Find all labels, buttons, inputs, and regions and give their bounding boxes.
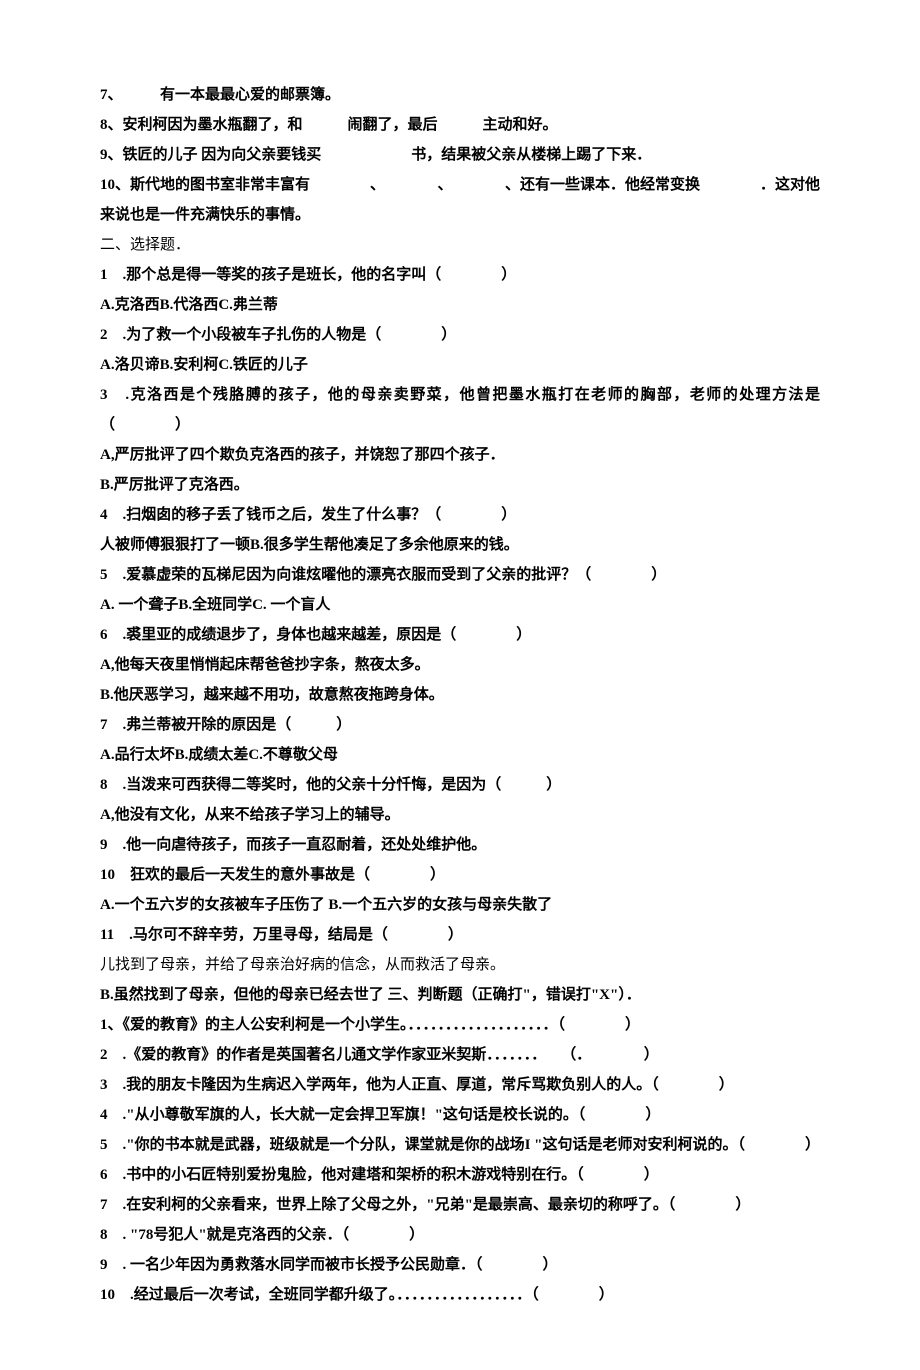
mc-q5: 5 .爱慕虚荣的瓦梯尼因为向谁炫曜他的漂亮衣服而受到了父亲的批评？（ ） <box>100 560 820 590</box>
mc-q7: 7 .弗兰蒂被开除的原因是（ ） <box>100 710 820 740</box>
fill-q9: 9、铁匠的儿子 因为向父亲要钱买 书，结果被父亲从楼梯上踢了下来． <box>100 140 820 170</box>
fill-q7: 7、 有一本最最心爱的邮票簿。 <box>100 80 820 110</box>
mc-q6-optA: A,他每天夜里悄悄起床帮爸爸抄字条，熬夜太多。 <box>100 650 820 680</box>
mc-q6-optB: B.他厌恶学习，越来越不用功，故意熬夜拖跨身体。 <box>100 680 820 710</box>
judge-q8: 8 . "78号犯人"就是克洛西的父亲．（ ） <box>100 1220 820 1250</box>
mc-q1-opts: A.克洛西B.代洛西C.弗兰蒂 <box>100 290 820 320</box>
mc-q8: 8 .当泼来可西获得二等奖时，他的父亲十分忏悔，是因为（ ） <box>100 770 820 800</box>
mc-q10: 10 狂欢的最后一天发生的意外事故是（ ） <box>100 860 820 890</box>
mc-q11-optB-section3: B.虽然找到了母亲，但他的母亲已经去世了 三、判断题（正确打"，错误打"X"）． <box>100 980 820 1010</box>
judge-q6: 6 .书中的小石匠特别爱扮鬼脸，他对建塔和架桥的积木游戏特别在行。（ ） <box>100 1160 820 1190</box>
mc-q3-optB: B.严厉批评了克洛西。 <box>100 470 820 500</box>
judge-q4: 4 ."从小尊敬军旗的人，长大就一定会捍卫军旗！"这句话是校长说的。（ ） <box>100 1100 820 1130</box>
mc-q1: 1 .那个总是得一等奖的孩子是班长，他的名字叫（ ） <box>100 260 820 290</box>
judge-q7: 7 .在安利柯的父亲看来，世界上除了父母之外，"兄弟"是最崇高、最亲切的称呼了。… <box>100 1190 820 1220</box>
mc-q3: 3 .克洛西是个残胳膊的孩子，他的母亲卖野菜，他曾把墨水瓶打在老师的胸部，老师的… <box>100 380 820 440</box>
mc-q10-opts: A.一个五六岁的女孩被车子压伤了 B.一个五六岁的女孩与母亲失散了 <box>100 890 820 920</box>
mc-q9: 9 .他一向虐待孩子，而孩子一直忍耐着，还处处维护他。 <box>100 830 820 860</box>
judge-q2: 2 .《爱的教育》的作者是英国著名儿通文学作家亚米契斯．．．．．．． （． ） <box>100 1040 820 1070</box>
judge-q9: 9 . 一名少年因为勇救落水同学而被市长授予公民勋章．（ ） <box>100 1250 820 1280</box>
mc-q2: 2 .为了救一个小段被车子扎伤的人物是（ ） <box>100 320 820 350</box>
document-page: 7、 有一本最最心爱的邮票簿。 8、安利柯因为墨水瓶翻了，和 闹翻了，最后 主动… <box>0 0 920 1370</box>
mc-q4-opts: 人被师傅狠狠打了一顿B.很多学生帮他凑足了多余他原来的钱。 <box>100 530 820 560</box>
mc-q3-optA: A,严厉批评了四个欺负克洛西的孩子，并饶恕了那四个孩子． <box>100 440 820 470</box>
mc-q11: 11 .马尔可不辞辛劳，万里寻母，结局是（ ） <box>100 920 820 950</box>
fill-q10: 10、斯代地的图书室非常丰富有 、 、 、还有一些课本．他经常变换 ．这对他来说… <box>100 170 820 230</box>
mc-q4: 4 .扫烟囱的移子丢了钱币之后，发生了什么事？（ ） <box>100 500 820 530</box>
mc-q11-optA: 儿找到了母亲，并给了母亲治好病的信念，从而救活了母亲。 <box>100 950 820 980</box>
judge-q3: 3 .我的朋友卡隆因为生病迟入学两年，他为人正直、厚道，常斥骂欺负别人的人。（ … <box>100 1070 820 1100</box>
judge-q10: 10 .经过最后一次考试，全班同学都升级了。．．．．．．．．．．．．．．．．．（… <box>100 1280 820 1310</box>
mc-q7-opts: A.品行太坏B.成绩太差C.不尊敬父母 <box>100 740 820 770</box>
mc-q2-opts: A.洛贝谛B.安利柯C.铁匠的儿子 <box>100 350 820 380</box>
fill-q8: 8、安利柯因为墨水瓶翻了，和 闹翻了，最后 主动和好。 <box>100 110 820 140</box>
judge-q1: 1、《爱的教育》的主人公安利柯是一个小学生。．．．．．．．．．．．．．．．．．．… <box>100 1010 820 1040</box>
mc-q8-optA: A,他没有文化，从来不给孩子学习上的辅导。 <box>100 800 820 830</box>
judge-q5: 5 ."你的书本就是武器，班级就是一个分队，课堂就是你的战场I "这句话是老师对… <box>100 1130 820 1160</box>
mc-q6: 6 .裘里亚的成绩退步了，身体也越来越差，原因是（ ） <box>100 620 820 650</box>
section2-title: 二、选择题． <box>100 230 820 260</box>
mc-q5-opts: A. 一个聋子B.全班同学C. 一个盲人 <box>100 590 820 620</box>
